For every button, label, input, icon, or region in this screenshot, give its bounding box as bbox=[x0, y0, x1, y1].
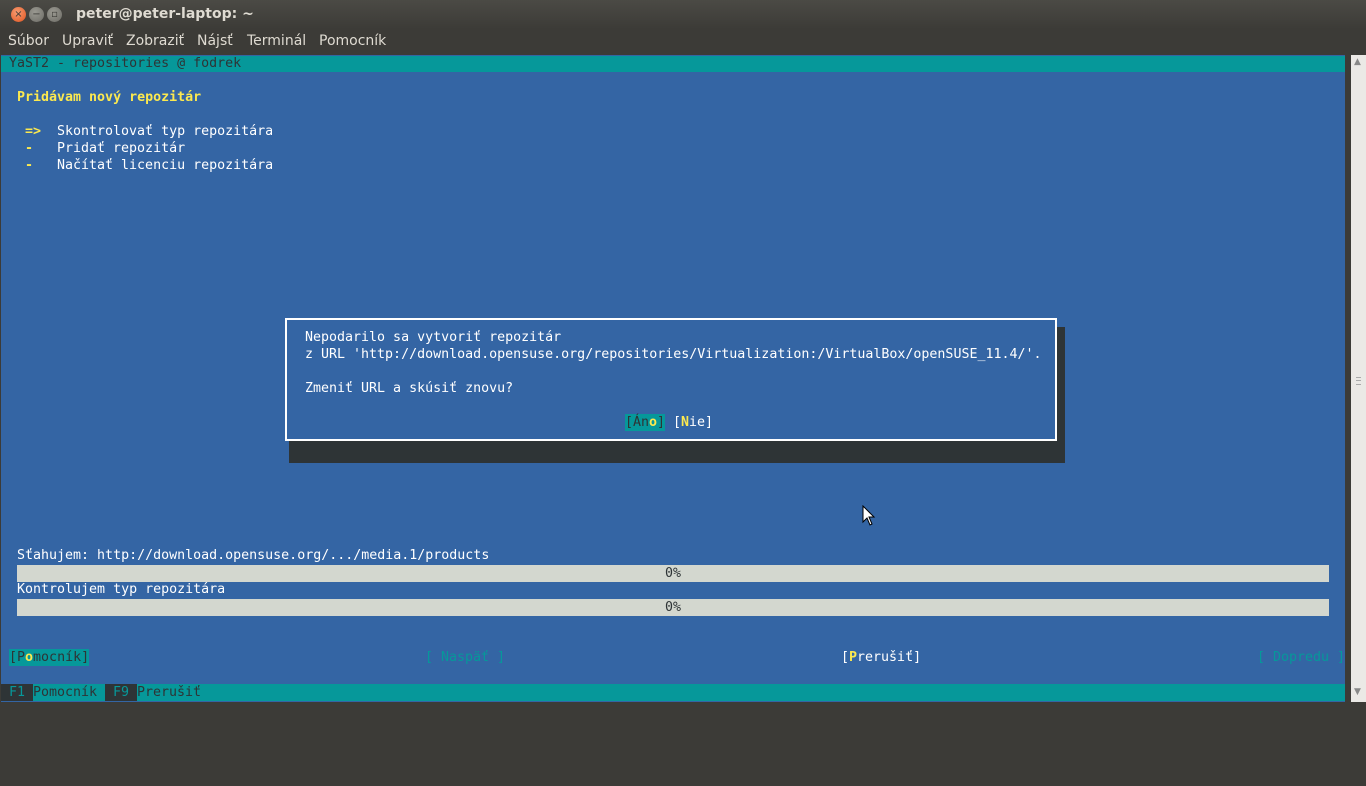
check-progress-label: Kontrolujem typ repozitára bbox=[17, 582, 226, 597]
dialog-message-line1: Nepodarilo sa vytvoriť repozitár bbox=[305, 330, 562, 345]
maximize-icon: ▫ bbox=[51, 9, 58, 20]
maximize-window-button[interactable]: ▫ bbox=[47, 7, 62, 22]
yes-button[interactable]: [Áno] bbox=[625, 414, 666, 431]
page-title: Pridávam nový repozitár bbox=[17, 90, 202, 105]
window-titlebar: × − ▫ peter@peter-laptop: ~ bbox=[0, 0, 1366, 29]
close-icon: × bbox=[14, 9, 23, 20]
no-button[interactable]: [Nie] bbox=[673, 414, 713, 431]
terminal-area[interactable]: YaST2 - repositories @ fodrek Pridávam n… bbox=[1, 55, 1345, 702]
menu-bar: Súbor Upraviť Zobraziť Nájsť Terminál Po… bbox=[0, 29, 1366, 54]
abort-bracket-close: ] bbox=[913, 650, 922, 665]
check-progress-value: 0% bbox=[664, 600, 681, 615]
dialog-question: Zmeniť URL a skúsiť znovu? bbox=[305, 381, 514, 396]
abort-bracket-open: [ bbox=[841, 650, 850, 665]
f1-key[interactable]: F1 bbox=[1, 684, 33, 701]
step-marker-current: => bbox=[25, 124, 42, 139]
mouse-pointer-icon bbox=[862, 505, 876, 526]
window-title: peter@peter-laptop: ~ bbox=[76, 6, 254, 22]
step-label-load-license: Načítať licenciu repozitára bbox=[57, 158, 274, 173]
help-bracket-open: [ bbox=[9, 650, 18, 665]
yes-bracket-close: ] bbox=[657, 415, 666, 430]
yast-header-title: YaST2 - repositories @ fodrek bbox=[9, 56, 242, 71]
no-bracket-open: [ bbox=[673, 415, 682, 430]
abort-button[interactable]: [Prerušiť] bbox=[841, 649, 921, 666]
yes-hotkey: o bbox=[649, 415, 658, 430]
menu-edit[interactable]: Upraviť bbox=[62, 33, 113, 49]
scrollbar-grip[interactable] bbox=[1356, 377, 1361, 385]
window-bottom-border bbox=[0, 702, 1366, 717]
yes-bracket-open: [ bbox=[625, 415, 634, 430]
help-hotkey: o bbox=[25, 650, 34, 665]
step-label-check-type: Skontrolovať typ repozitára bbox=[57, 124, 274, 139]
help-button[interactable]: [Pomocník] bbox=[9, 649, 90, 666]
function-key-bar: F1 Pomocník F9 Prerušiť bbox=[1, 684, 1345, 701]
download-progress-value: 0% bbox=[664, 566, 681, 581]
minimize-icon: − bbox=[32, 9, 41, 20]
yes-label-start: Án bbox=[633, 415, 650, 430]
f9-label[interactable]: Prerušiť bbox=[137, 684, 201, 701]
step-marker: - bbox=[25, 141, 34, 156]
abort-hotkey: P bbox=[849, 650, 858, 665]
no-bracket-close: ] bbox=[705, 415, 714, 430]
yast-header-bar: YaST2 - repositories @ fodrek bbox=[1, 56, 1345, 72]
help-bracket-close: ] bbox=[81, 650, 90, 665]
menu-search[interactable]: Nájsť bbox=[197, 33, 233, 49]
close-window-button[interactable]: × bbox=[11, 7, 26, 22]
back-button[interactable]: [ Naspäť ] bbox=[425, 649, 505, 666]
minimize-window-button[interactable]: − bbox=[29, 7, 44, 22]
dialog-message-url: z URL 'http://download.opensuse.org/repo… bbox=[305, 347, 1042, 362]
step-marker: - bbox=[25, 158, 34, 173]
f9-key[interactable]: F9 bbox=[105, 684, 137, 701]
help-label-start: P bbox=[17, 650, 26, 665]
no-hotkey: N bbox=[681, 415, 690, 430]
check-progress-bar: 0% bbox=[17, 599, 1329, 616]
no-label-end: ie bbox=[689, 415, 706, 430]
error-dialog: Nepodarilo sa vytvoriť repozitár z URL '… bbox=[285, 318, 1057, 441]
abort-label-end: rerušiť bbox=[857, 650, 914, 665]
terminal-scrollbar[interactable]: ▲ ▼ bbox=[1351, 55, 1366, 702]
menu-file[interactable]: Súbor bbox=[8, 33, 49, 49]
menu-help[interactable]: Pomocník bbox=[319, 33, 386, 49]
scroll-up-arrow-icon[interactable]: ▲ bbox=[1354, 57, 1361, 67]
step-label-add-repo: Pridať repozitár bbox=[57, 141, 186, 156]
next-button[interactable]: [ Dopredu ] bbox=[1257, 649, 1345, 666]
menu-terminal[interactable]: Terminál bbox=[247, 33, 306, 49]
menu-view[interactable]: Zobraziť bbox=[126, 33, 184, 49]
help-label-end: mocník bbox=[33, 650, 82, 665]
f1-label[interactable]: Pomocník bbox=[33, 684, 97, 701]
scroll-down-arrow-icon[interactable]: ▼ bbox=[1354, 687, 1361, 697]
download-progress-bar: 0% bbox=[17, 565, 1329, 582]
download-progress-label: Sťahujem: http://download.opensuse.org/.… bbox=[17, 548, 490, 563]
